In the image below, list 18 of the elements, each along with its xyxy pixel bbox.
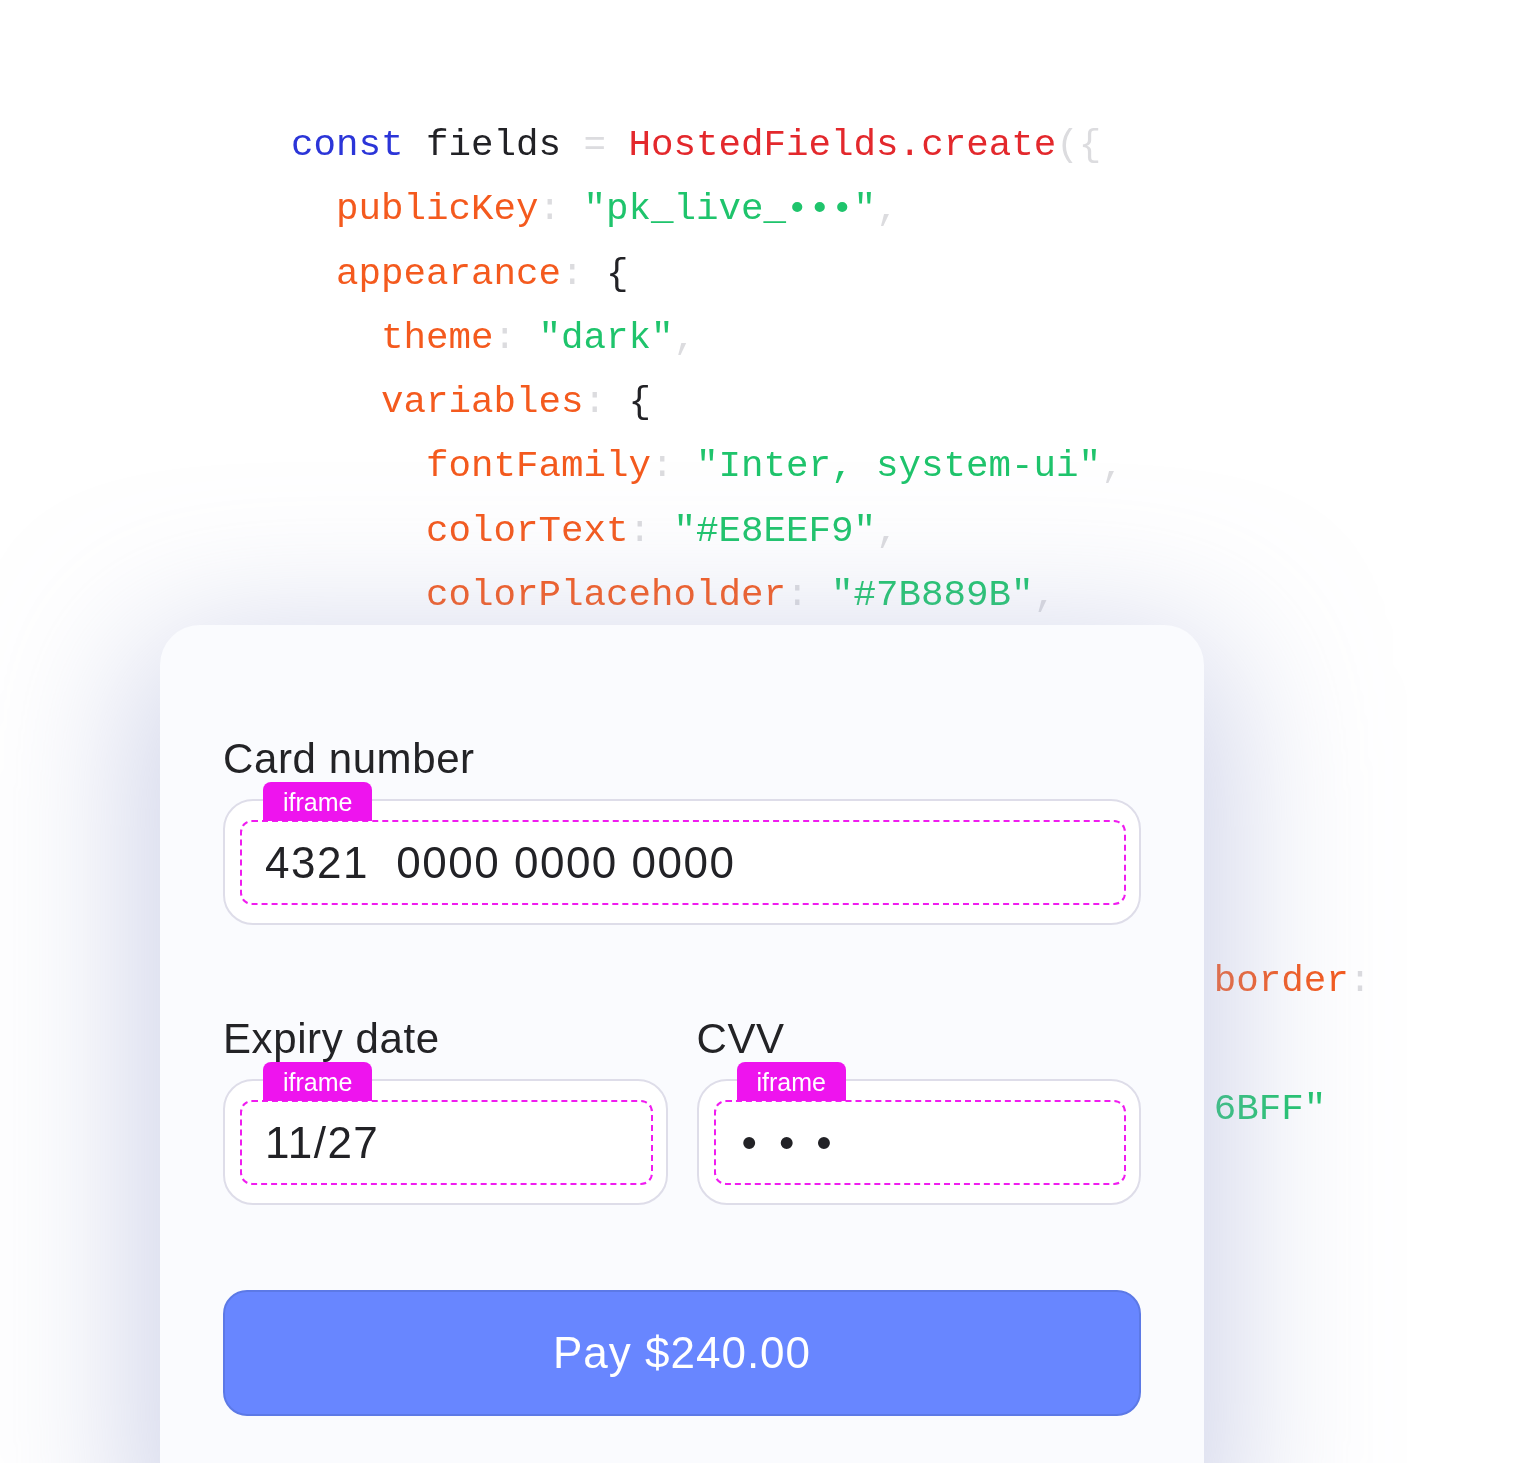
code-line: variables: { — [381, 380, 652, 426]
code-line: fontFamily: "Inter, system-ui", — [426, 444, 1124, 490]
field-label: CVV — [696, 1015, 785, 1063]
iframe-tag: iframe — [736, 1062, 846, 1101]
code-line: publicKey: "pk_live_•••", — [336, 187, 899, 233]
iframe-tag: iframe — [263, 1062, 373, 1101]
code-line: appearance: { — [336, 251, 629, 297]
code-line: theme: "dark", — [381, 315, 697, 361]
iframe-tag: iframe — [263, 782, 373, 821]
input-field[interactable]: 4321 0000 0000 0000 — [240, 820, 1126, 905]
field-label: Expiry date — [223, 1015, 440, 1063]
code-line: colorText: "#E8EEF9", — [426, 508, 899, 554]
code-line: 6BFF" — [1213, 1087, 1327, 1133]
code-line: border: — [1213, 958, 1372, 1004]
field-label: Card number — [223, 735, 475, 783]
code-line: colorPlaceholder: "#7B889B", — [426, 573, 1057, 619]
code-line: const fields = HostedFields.create({ — [291, 123, 1102, 168]
input-field[interactable]: 11/27 — [240, 1100, 653, 1185]
